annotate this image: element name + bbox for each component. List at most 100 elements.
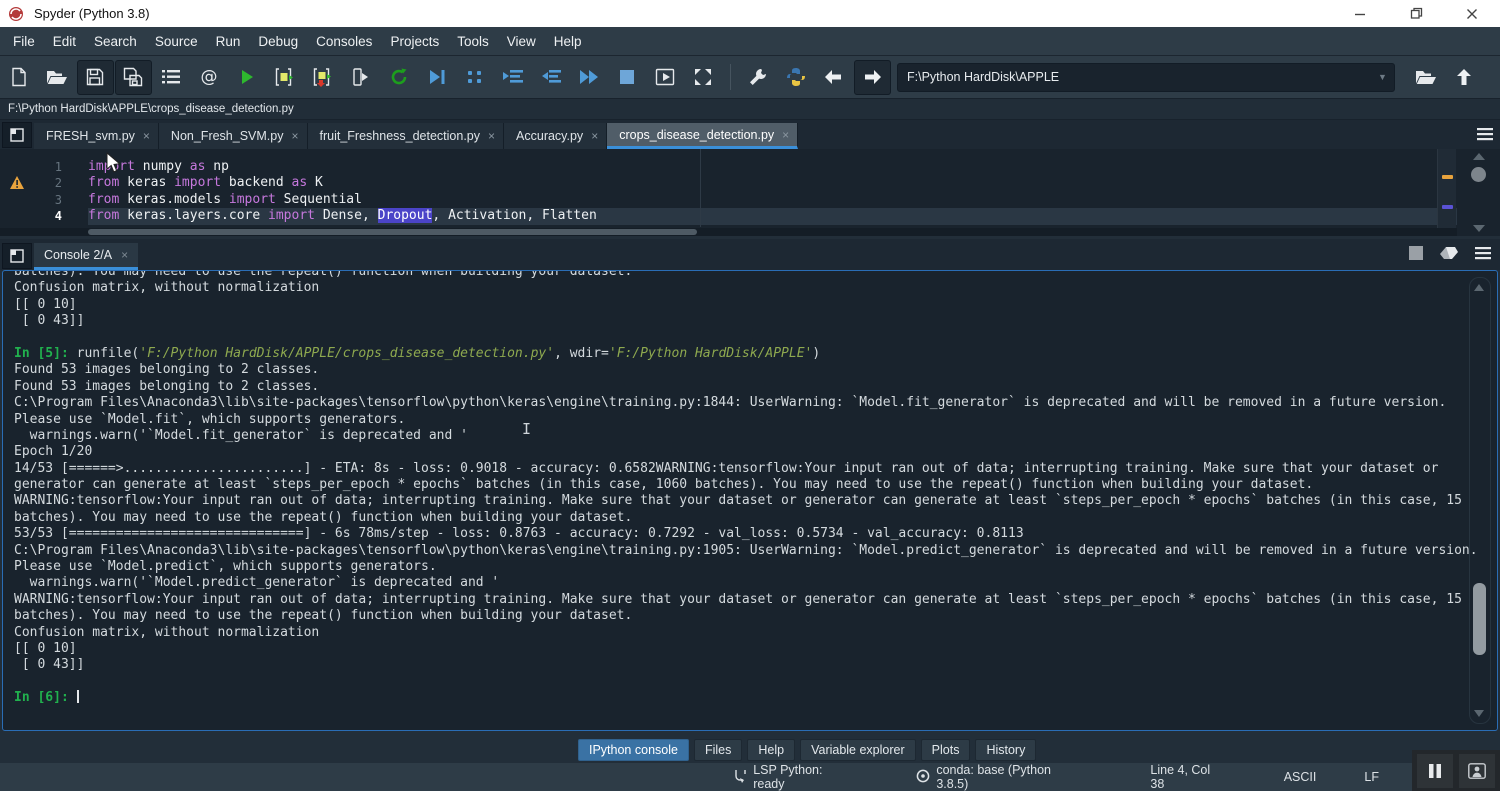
menu-search[interactable]: Search xyxy=(85,27,146,56)
menu-run[interactable]: Run xyxy=(207,27,250,56)
close-icon[interactable]: × xyxy=(782,128,789,142)
pane-tab-help[interactable]: Help xyxy=(747,739,795,761)
step-over-button[interactable] xyxy=(457,60,494,95)
pythonpath-manager-button[interactable] xyxy=(778,60,815,95)
browse-tabs-icon xyxy=(10,249,24,263)
step-into-button[interactable] xyxy=(495,60,532,95)
code-segment: backend xyxy=(221,175,291,190)
rerun-cell-button[interactable] xyxy=(381,60,418,95)
close-icon[interactable]: × xyxy=(488,129,495,143)
close-icon[interactable]: × xyxy=(143,129,150,143)
pane-tab-plots[interactable]: Plots xyxy=(921,739,971,761)
scrollbar-thumb[interactable] xyxy=(1471,167,1486,182)
menu-help[interactable]: Help xyxy=(545,27,591,56)
code-segment: keras xyxy=(119,175,174,190)
back-button[interactable] xyxy=(816,60,853,95)
editor-tab[interactable]: crops_disease_detection.py× xyxy=(607,123,798,149)
console-segment: Please use `Model.fit`, which supports g… xyxy=(14,412,405,427)
console-segment: 53/53 [==============================] -… xyxy=(14,526,1024,541)
scroll-down-arrow-icon[interactable] xyxy=(1474,710,1484,717)
code-editor[interactable]: 1234 import numpy as npfrom keras import… xyxy=(0,149,1500,236)
preferences-button[interactable] xyxy=(740,60,777,95)
run-selection-button[interactable] xyxy=(343,60,380,95)
console-browse-tabs-button[interactable] xyxy=(2,243,32,269)
console-tab-label: Console 2/A xyxy=(44,248,112,262)
console-output[interactable]: batches). You may need to use the repeat… xyxy=(14,270,1457,707)
menu-view[interactable]: View xyxy=(498,27,545,56)
menu-debug[interactable]: Debug xyxy=(249,27,307,56)
chevron-down-icon[interactable]: ▼ xyxy=(1378,72,1394,82)
pane-tab-history[interactable]: History xyxy=(975,739,1036,761)
continue-execution-button[interactable] xyxy=(571,60,608,95)
menu-edit[interactable]: Edit xyxy=(44,27,85,56)
clear-console-eraser-icon[interactable] xyxy=(1438,245,1460,261)
new-file-button[interactable] xyxy=(1,60,38,95)
close-icon[interactable]: × xyxy=(121,248,128,262)
save-button[interactable] xyxy=(77,60,114,95)
close-icon[interactable]: × xyxy=(591,129,598,143)
console-segment: [ 0 43]] xyxy=(14,313,84,328)
minimize-icon[interactable] xyxy=(1332,0,1388,27)
parent-directory-button[interactable] xyxy=(1445,60,1482,95)
console-segment: [[ 0 10] xyxy=(14,297,77,312)
browse-directory-button[interactable] xyxy=(1407,60,1444,95)
line-number: 4 xyxy=(0,208,62,224)
console-line: Confusion matrix, without normalization xyxy=(14,280,1457,296)
scroll-up-arrow-icon[interactable] xyxy=(1473,153,1485,160)
forward-button[interactable] xyxy=(854,60,891,95)
webcam-toggle-button[interactable] xyxy=(1459,754,1495,788)
console-segment: , wdir= xyxy=(554,346,609,361)
working-directory-input[interactable] xyxy=(898,70,1378,84)
tabbar-options-button[interactable] xyxy=(1476,126,1494,147)
menu-consoles[interactable]: Consoles xyxy=(307,27,381,56)
interrupt-kernel-icon[interactable] xyxy=(1408,245,1424,261)
close-icon[interactable]: × xyxy=(291,129,298,143)
console-vertical-scrollbar[interactable] xyxy=(1469,277,1491,724)
webcam-person-icon xyxy=(1468,763,1486,779)
maximize-pane-button[interactable] xyxy=(647,60,684,95)
code-line: from keras.models import Sequential xyxy=(88,192,597,208)
outline-explorer-button[interactable] xyxy=(153,60,190,95)
browse-tabs-button[interactable] xyxy=(2,122,32,148)
restore-icon[interactable] xyxy=(1388,0,1444,27)
code-area[interactable]: import numpy as npfrom keras import back… xyxy=(88,159,597,225)
run-cell-button[interactable] xyxy=(267,60,304,95)
editor-tab[interactable]: fruit_Freshness_detection.py× xyxy=(308,123,505,149)
menu-tools[interactable]: Tools xyxy=(448,27,498,56)
hscroll-thumb[interactable] xyxy=(88,229,697,235)
editor-tab[interactable]: FRESH_svm.py × xyxy=(34,123,159,149)
stop-button[interactable] xyxy=(609,60,646,95)
pane-tab-files[interactable]: Files xyxy=(694,739,742,761)
editor-tab-label: FRESH_svm.py xyxy=(46,129,135,143)
console-line: Confusion matrix, without normalization xyxy=(14,625,1457,641)
fullscreen-button[interactable] xyxy=(685,60,722,95)
open-file-button[interactable] xyxy=(39,60,76,95)
recording-pause-button[interactable] xyxy=(1417,754,1453,788)
console-options-menu-icon[interactable] xyxy=(1474,245,1492,261)
step-return-button[interactable] xyxy=(533,60,570,95)
console-segment: Epoch 1/20 xyxy=(14,444,92,459)
run-cell-advance-button[interactable] xyxy=(305,60,342,95)
pane-tab-variable-explorer[interactable]: Variable explorer xyxy=(800,739,916,761)
menu-source[interactable]: Source xyxy=(146,27,207,56)
scroll-up-arrow-icon[interactable] xyxy=(1474,284,1484,291)
editor-vertical-scrollbar[interactable] xyxy=(1460,149,1498,236)
run-file-button[interactable] xyxy=(229,60,266,95)
pane-tab-ipython-console[interactable]: IPython console xyxy=(578,739,689,761)
console-tab[interactable]: Console 2/A × xyxy=(34,243,138,270)
main-toolbar: @ ▼ xyxy=(0,56,1500,99)
ipython-console[interactable]: batches). You may need to use the repeat… xyxy=(2,270,1498,731)
editor-tab[interactable]: Non_Fresh_SVM.py× xyxy=(159,123,308,149)
menu-file[interactable]: File xyxy=(4,27,44,56)
editor-horizontal-scrollbar[interactable] xyxy=(0,228,1457,236)
editor-tab[interactable]: Accuracy.py× xyxy=(504,123,607,149)
code-segment: as xyxy=(292,175,308,190)
close-icon[interactable] xyxy=(1444,0,1500,27)
scrollbar-thumb[interactable] xyxy=(1473,583,1486,655)
save-all-button[interactable] xyxy=(115,60,152,95)
find-symbols-button[interactable]: @ xyxy=(191,60,228,95)
scroll-down-arrow-icon[interactable] xyxy=(1473,225,1485,232)
menu-projects[interactable]: Projects xyxy=(381,27,448,56)
svg-text:@: @ xyxy=(201,67,218,87)
debug-file-button[interactable] xyxy=(419,60,456,95)
